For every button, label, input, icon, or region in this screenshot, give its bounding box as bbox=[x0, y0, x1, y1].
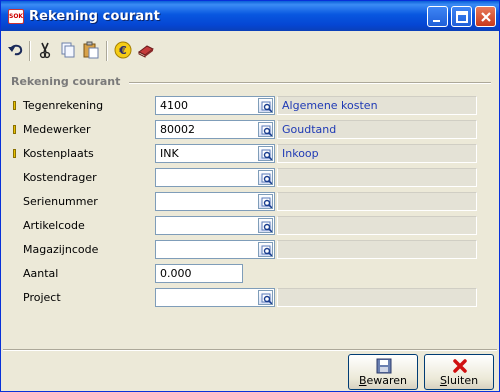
close-button[interactable]: Sluiten bbox=[424, 354, 494, 390]
paste-icon[interactable] bbox=[82, 41, 100, 59]
save-button[interactable]: Bewaren bbox=[348, 354, 418, 390]
close-button-label: Sluiten bbox=[439, 374, 479, 387]
field-label: Tegenrekening bbox=[23, 99, 104, 112]
field-label: Project bbox=[23, 291, 61, 304]
maximize-icon bbox=[456, 11, 468, 23]
window-title: Rekening courant bbox=[29, 9, 160, 24]
minimize-icon bbox=[433, 20, 440, 22]
required-marker bbox=[13, 125, 16, 134]
field-row-serienummer: Serienummer bbox=[1, 191, 500, 213]
field-description: Inkoop bbox=[277, 144, 477, 163]
field-label: Serienummer bbox=[23, 195, 98, 208]
field-description: Goudtand bbox=[277, 120, 477, 139]
field-row-tegenrekening: Tegenrekening 4100 Algemene kosten bbox=[1, 95, 500, 117]
group-divider bbox=[129, 82, 491, 84]
red-x-icon bbox=[453, 359, 467, 373]
lookup-icon[interactable] bbox=[258, 170, 273, 185]
field-description bbox=[277, 240, 477, 259]
field-description bbox=[277, 288, 477, 307]
magazijncode-input[interactable] bbox=[155, 240, 275, 259]
field-label: Medewerker bbox=[23, 123, 91, 136]
field-row-kostenplaats: Kostenplaats INK Inkoop bbox=[1, 143, 500, 165]
save-button-label: Bewaren bbox=[358, 374, 408, 387]
artikelcode-input[interactable] bbox=[155, 216, 275, 235]
field-row-kostendrager: Kostendrager bbox=[1, 167, 500, 189]
field-label: Kostendrager bbox=[23, 171, 97, 184]
close-icon bbox=[481, 12, 491, 22]
lookup-icon[interactable] bbox=[258, 194, 273, 209]
field-description bbox=[277, 168, 477, 187]
project-input[interactable] bbox=[155, 288, 275, 307]
aantal-input[interactable]: 0.000 bbox=[155, 264, 243, 283]
lookup-icon[interactable] bbox=[258, 122, 273, 137]
minimize-button[interactable] bbox=[427, 6, 448, 27]
book-icon[interactable] bbox=[137, 41, 155, 59]
app-icon: SOK bbox=[8, 9, 24, 24]
tegenrekening-input[interactable]: 4100 bbox=[155, 96, 275, 115]
field-row-medewerker: Medewerker 80002 Goudtand bbox=[1, 119, 500, 141]
svg-text:€: € bbox=[118, 44, 127, 57]
maximize-button[interactable] bbox=[451, 6, 472, 27]
close-window-button[interactable] bbox=[475, 6, 496, 27]
lookup-icon[interactable] bbox=[258, 146, 273, 161]
field-row-project: Project bbox=[1, 287, 500, 309]
field-label: Artikelcode bbox=[23, 219, 85, 232]
lookup-icon[interactable] bbox=[258, 242, 273, 257]
field-row-artikelcode: Artikelcode bbox=[1, 215, 500, 237]
serienummer-input[interactable] bbox=[155, 192, 275, 211]
floppy-disk-icon bbox=[376, 358, 392, 374]
group-title: Rekening courant bbox=[11, 75, 121, 88]
lookup-icon[interactable] bbox=[258, 290, 273, 305]
dialog-window: SOK Rekening courant € Rekening courant … bbox=[0, 0, 500, 392]
undo-icon[interactable] bbox=[7, 41, 25, 59]
required-marker bbox=[13, 149, 16, 158]
field-description bbox=[277, 216, 477, 235]
kostendrager-input[interactable] bbox=[155, 168, 275, 187]
field-description: Algemene kosten bbox=[277, 96, 477, 115]
euro-icon[interactable]: € bbox=[114, 41, 132, 59]
field-label: Magazijncode bbox=[23, 243, 99, 256]
field-label: Kostenplaats bbox=[23, 147, 94, 160]
field-row-aantal: Aantal 0.000 bbox=[1, 263, 500, 285]
lookup-icon[interactable] bbox=[258, 98, 273, 113]
lookup-icon[interactable] bbox=[258, 218, 273, 233]
required-marker bbox=[13, 101, 16, 110]
footer-divider bbox=[3, 349, 497, 351]
field-label: Aantal bbox=[23, 267, 59, 280]
scissors-icon[interactable] bbox=[36, 41, 54, 59]
field-row-magazijncode: Magazijncode bbox=[1, 239, 500, 261]
field-description bbox=[277, 192, 477, 211]
toolbar: € bbox=[2, 37, 498, 65]
kostenplaats-input[interactable]: INK bbox=[155, 144, 275, 163]
copy-icon[interactable] bbox=[59, 41, 77, 59]
title-bar[interactable]: SOK Rekening courant bbox=[1, 1, 499, 31]
medewerker-input[interactable]: 80002 bbox=[155, 120, 275, 139]
